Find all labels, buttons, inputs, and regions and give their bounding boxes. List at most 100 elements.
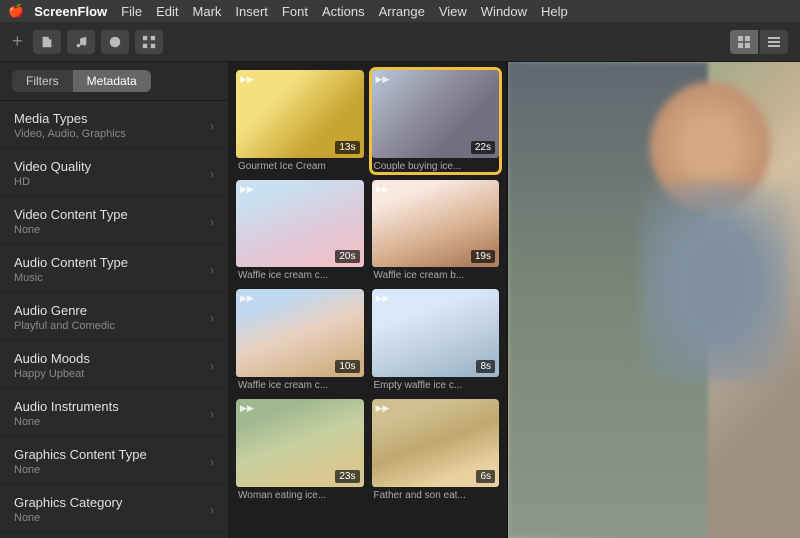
apple-menu[interactable]: 🍎: [8, 3, 24, 19]
music-icon-btn[interactable]: [67, 30, 95, 54]
sidebar-item-media-types[interactable]: Media Types Video, Audio, Graphics ›: [0, 101, 228, 149]
sidebar-value-audio-content-type: Music: [14, 272, 128, 284]
menu-arrange[interactable]: Arrange: [379, 4, 425, 19]
menu-file[interactable]: File: [121, 4, 142, 19]
video-icon-3: ▶▶: [240, 184, 254, 195]
menu-font[interactable]: Font: [282, 4, 308, 19]
toolbar: +: [0, 22, 800, 62]
video-icon-2: ▶▶: [376, 74, 390, 85]
media-grid: ▶▶ 13s Gourmet Ice Cream ▶▶ 22s Couple b…: [228, 62, 508, 538]
menu-view[interactable]: View: [439, 4, 467, 19]
grid-item-3[interactable]: ▶▶ 20s Waffle ice cream c...: [236, 180, 364, 282]
sidebar-label-video-content-type: Video Content Type: [14, 207, 128, 222]
chevron-right-icon: ›: [210, 455, 214, 469]
grid-item-8[interactable]: ▶▶ 6s Father and son eat...: [372, 399, 500, 501]
sidebar-item-video-content-type[interactable]: Video Content Type None ›: [0, 197, 228, 245]
globe-icon-btn[interactable]: [101, 30, 129, 54]
effects-icon-btn[interactable]: [135, 30, 163, 54]
sidebar-value-video-content-type: None: [14, 224, 128, 236]
sidebar-label-media-types: Media Types: [14, 111, 126, 126]
chevron-right-icon: ›: [210, 215, 214, 229]
item-label-7: Woman eating ice...: [236, 487, 364, 501]
thumbnail-2: ▶▶ 22s: [372, 70, 500, 158]
grid-item-2[interactable]: ▶▶ 22s Couple buying ice...: [372, 70, 500, 172]
toolbar-view-toggle: [730, 30, 788, 54]
thumbnail-5: ▶▶ 10s: [236, 289, 364, 377]
video-icon-6: ▶▶: [376, 293, 390, 304]
menubar: 🍎 ScreenFlow File Edit Mark Insert Font …: [0, 0, 800, 22]
menu-insert[interactable]: Insert: [235, 4, 268, 19]
thumbnail-3: ▶▶ 20s: [236, 180, 364, 268]
document-icon-btn[interactable]: [33, 30, 61, 54]
grid-item-6[interactable]: ▶▶ 8s Empty waffle ice c...: [372, 289, 500, 391]
item-label-8: Father and son eat...: [372, 487, 500, 501]
grid-row-4: ▶▶ 23s Woman eating ice... ▶▶ 6s Father …: [236, 399, 499, 501]
sidebar-value-video-quality: HD: [14, 176, 91, 188]
tab-metadata[interactable]: Metadata: [73, 70, 151, 92]
sidebar-item-audio-moods[interactable]: Audio Moods Happy Upbeat ›: [0, 341, 228, 389]
chevron-right-icon: ›: [210, 407, 214, 421]
grid-row-1: ▶▶ 13s Gourmet Ice Cream ▶▶ 22s Couple b…: [236, 70, 499, 172]
sidebar: Filters Metadata Media Types Video, Audi…: [0, 62, 228, 538]
sidebar-label-audio-content-type: Audio Content Type: [14, 255, 128, 270]
duration-4: 19s: [471, 250, 495, 263]
duration-8: 6s: [476, 470, 495, 483]
chevron-right-icon: ›: [210, 167, 214, 181]
sidebar-item-video-quality[interactable]: Video Quality HD ›: [0, 149, 228, 197]
duration-5: 10s: [335, 360, 359, 373]
video-icon-8: ▶▶: [376, 403, 390, 414]
chevron-right-icon: ›: [210, 503, 214, 517]
duration-3: 20s: [335, 250, 359, 263]
list-view-button[interactable]: [760, 30, 788, 54]
item-label-3: Waffle ice cream c...: [236, 267, 364, 281]
grid-view-icon: [737, 35, 751, 49]
music-icon: [74, 35, 88, 49]
document-icon: [40, 35, 54, 49]
sidebar-value-audio-moods: Happy Upbeat: [14, 368, 90, 380]
grid-item-5[interactable]: ▶▶ 10s Waffle ice cream c...: [236, 289, 364, 391]
item-label-4: Waffle ice cream b...: [372, 267, 500, 281]
thumbnail-1: ▶▶ 13s: [236, 70, 364, 158]
preview-image: [508, 62, 800, 538]
menu-help[interactable]: Help: [541, 4, 568, 19]
menu-edit[interactable]: Edit: [156, 4, 178, 19]
sidebar-label-graphics-category: Graphics Category: [14, 495, 122, 510]
video-icon-5: ▶▶: [240, 293, 254, 304]
add-button[interactable]: +: [12, 31, 23, 52]
item-label-6: Empty waffle ice c...: [372, 377, 500, 391]
content-area: ▶▶ 13s Gourmet Ice Cream ▶▶ 22s Couple b…: [228, 62, 800, 538]
menubar-items: File Edit Mark Insert Font Actions Arran…: [121, 4, 568, 19]
sidebar-value-graphics-content-type: None: [14, 464, 147, 476]
sidebar-item-graphics-content-type[interactable]: Graphics Content Type None ›: [0, 437, 228, 485]
grid-view-button[interactable]: [730, 30, 758, 54]
main-layout: Filters Metadata Media Types Video, Audi…: [0, 62, 800, 538]
sidebar-label-video-quality: Video Quality: [14, 159, 91, 174]
sidebar-item-audio-content-type[interactable]: Audio Content Type Music ›: [0, 245, 228, 293]
video-icon-1: ▶▶: [240, 74, 254, 85]
sidebar-label-audio-moods: Audio Moods: [14, 351, 90, 366]
menu-window[interactable]: Window: [481, 4, 527, 19]
grid-item-1[interactable]: ▶▶ 13s Gourmet Ice Cream: [236, 70, 364, 172]
chevron-right-icon: ›: [210, 359, 214, 373]
sidebar-label-audio-instruments: Audio Instruments: [14, 399, 119, 414]
menu-mark[interactable]: Mark: [193, 4, 222, 19]
grid-row-3: ▶▶ 10s Waffle ice cream c... ▶▶ 8s Empty…: [236, 289, 499, 391]
menu-actions[interactable]: Actions: [322, 4, 365, 19]
preview-panel: [508, 62, 800, 538]
grid-item-4[interactable]: ▶▶ 19s Waffle ice cream b...: [372, 180, 500, 282]
sidebar-item-graphics-category[interactable]: Graphics Category None ›: [0, 485, 228, 533]
video-icon-7: ▶▶: [240, 403, 254, 414]
sidebar-label-graphics-content-type: Graphics Content Type: [14, 447, 147, 462]
chevron-right-icon: ›: [210, 119, 214, 133]
preview-body: [640, 182, 790, 382]
duration-6: 8s: [476, 360, 495, 373]
sidebar-label-audio-genre: Audio Genre: [14, 303, 115, 318]
thumbnail-6: ▶▶ 8s: [372, 289, 500, 377]
sidebar-item-audio-instruments[interactable]: Audio Instruments None ›: [0, 389, 228, 437]
sidebar-item-graphics-orientation[interactable]: Graphics Orientation None ›: [0, 533, 228, 538]
tab-filters[interactable]: Filters: [12, 70, 73, 92]
thumbnail-8: ▶▶ 6s: [372, 399, 500, 487]
grid-item-7[interactable]: ▶▶ 23s Woman eating ice...: [236, 399, 364, 501]
duration-2: 22s: [471, 141, 495, 154]
sidebar-item-audio-genre[interactable]: Audio Genre Playful and Comedic ›: [0, 293, 228, 341]
